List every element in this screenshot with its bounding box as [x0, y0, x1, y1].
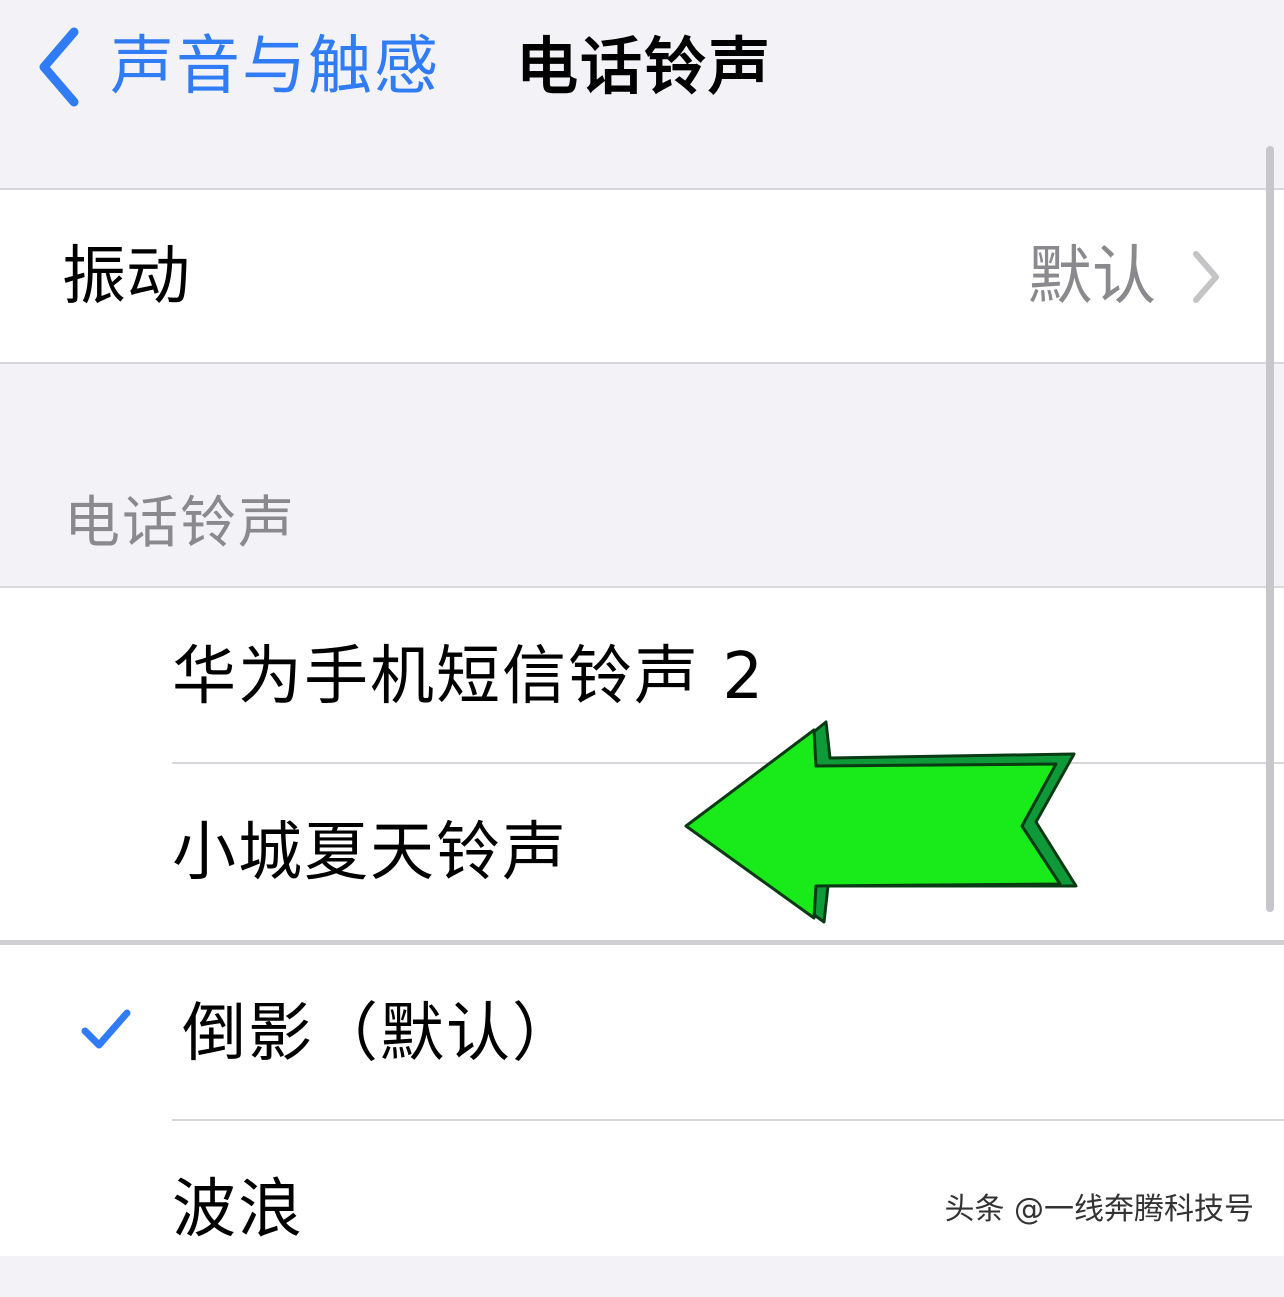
ringtone-label: 波浪: [172, 1173, 304, 1247]
ringtone-row-selected[interactable]: 倒影（默认）: [0, 945, 1284, 1121]
vibration-row[interactable]: 振动 默认: [0, 188, 1284, 364]
settings-screen: 声音与触感 电话铃声 振动 默认 电话铃声 华为手机短信铃声 2 小城夏天铃声 …: [0, 0, 1284, 1256]
back-button[interactable]: 声音与触感: [30, 22, 440, 112]
ringtone-label: 小城夏天铃声: [172, 816, 568, 890]
annotation-arrow: [684, 720, 1078, 924]
chevron-left-icon: [39, 27, 79, 107]
page-title: 电话铃声: [516, 30, 773, 103]
ringtone-section-header: 电话铃声: [64, 491, 296, 556]
ringtone-label: 华为手机短信铃声 2: [172, 640, 766, 714]
back-button-label: 声音与触感: [110, 30, 440, 104]
vibration-value: 默认: [1028, 240, 1156, 314]
checkmark-icon: [81, 1009, 131, 1049]
scroll-indicator[interactable]: [1266, 146, 1274, 912]
vibration-label: 振动: [62, 240, 190, 314]
watermark: 头条 @一线奔腾科技号: [944, 1192, 1254, 1227]
chevron-right-icon: [1193, 251, 1219, 303]
ringtone-list: 华为手机短信铃声 2 小城夏天铃声 倒影（默认） 波浪: [0, 586, 1284, 1256]
navigation-bar: 声音与触感 电话铃声: [0, 0, 1284, 188]
ringtone-row[interactable]: 华为手机短信铃声 2: [0, 588, 1284, 764]
ringtone-row[interactable]: 小城夏天铃声: [0, 764, 1284, 940]
ringtone-label: 倒影（默认）: [182, 997, 578, 1071]
